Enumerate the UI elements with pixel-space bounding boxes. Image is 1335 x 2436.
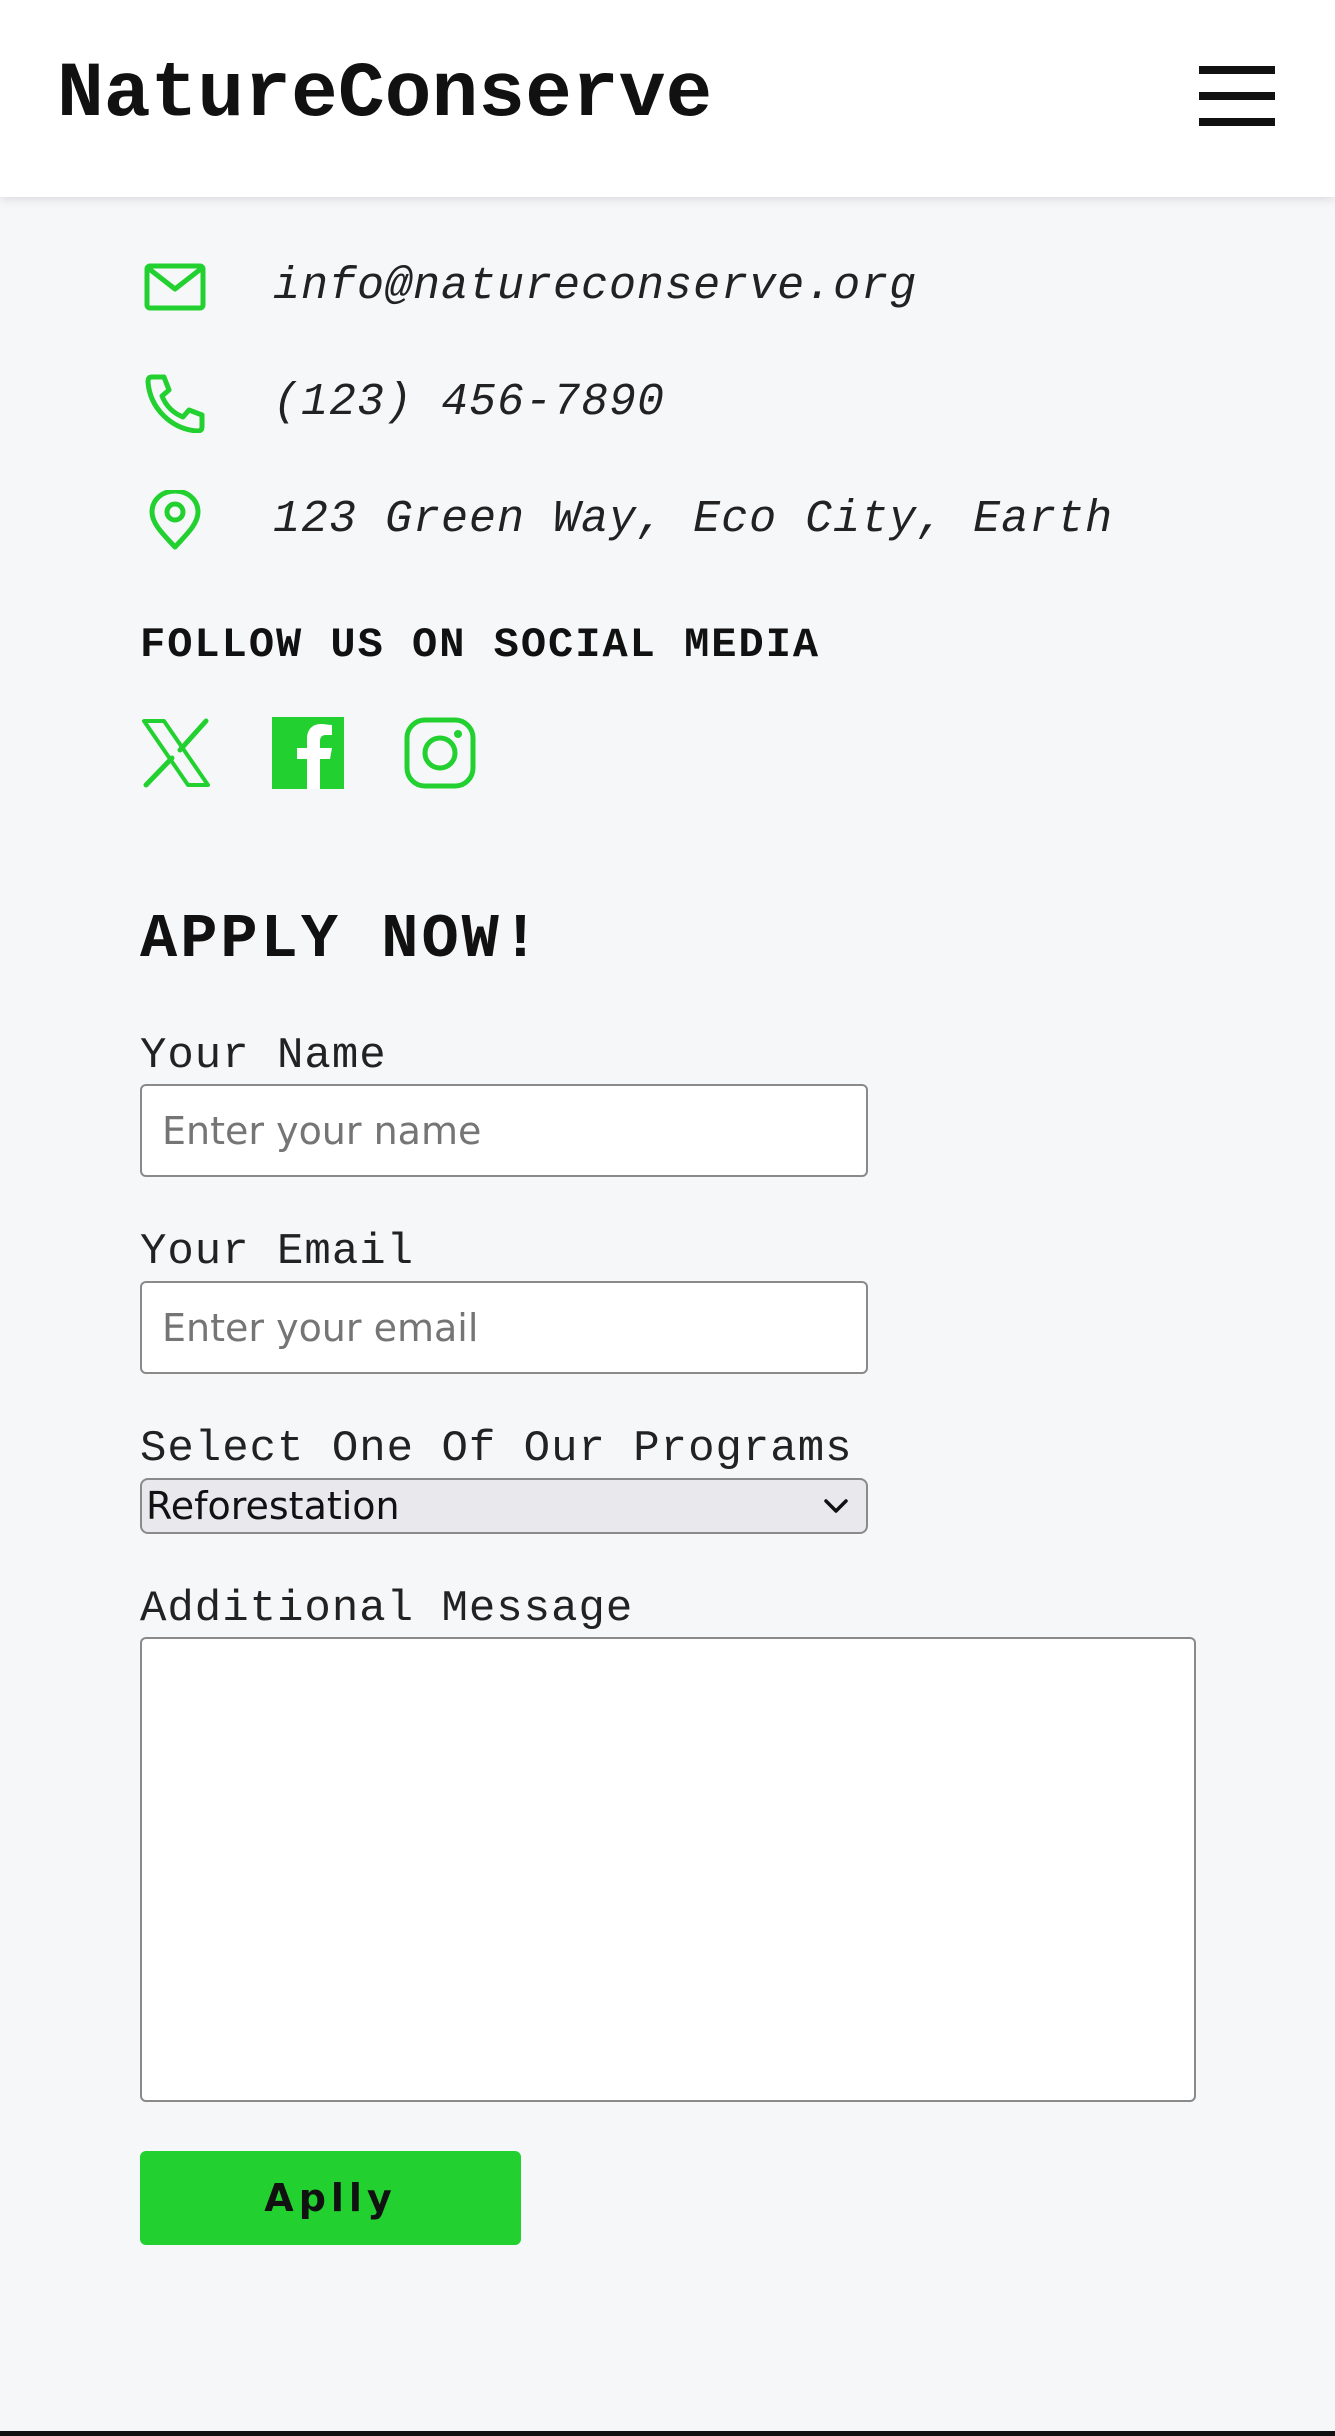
contact-phone-text[interactable]: (123) 456-7890 — [273, 373, 665, 433]
contact-email-row: info@natureconserve.org — [140, 257, 1240, 317]
contact-email-text[interactable]: info@natureconserve.org — [273, 257, 917, 317]
social-media-heading: FOLLOW US ON SOCIAL MEDIA — [140, 621, 821, 669]
program-field-label: Select One Of Our Programs — [140, 1424, 853, 1474]
email-field-label: Your Email — [140, 1227, 415, 1277]
chevron-down-icon — [824, 1499, 848, 1513]
message-textarea[interactable] — [140, 1637, 1196, 2102]
envelope-icon — [144, 263, 206, 311]
contact-address-text: 123 Green Way, Eco City, Earth — [273, 494, 1114, 545]
name-field-label: Your Name — [140, 1031, 387, 1081]
facebook-icon[interactable] — [272, 717, 344, 789]
apply-form-heading: APPLY NOW! — [140, 904, 543, 975]
hamburger-bar — [1199, 92, 1275, 100]
hamburger-menu-icon — [1199, 66, 1275, 74]
footer-divider — [0, 2431, 1335, 2436]
hamburger-bar — [1199, 118, 1275, 126]
x-twitter-icon[interactable] — [140, 717, 212, 789]
brand-logo-text[interactable]: NatureConserve — [57, 50, 712, 140]
program-select[interactable]: Reforestation — [140, 1478, 868, 1534]
contact-phone-row: (123) 456-7890 — [140, 373, 1240, 433]
map-pin-icon — [149, 490, 201, 550]
apply-submit-button[interactable]: Aplly — [140, 2151, 521, 2245]
hamburger-menu-button[interactable] — [1199, 66, 1275, 126]
phone-icon — [145, 374, 205, 433]
message-field-label: Additional Message — [140, 1584, 634, 1634]
program-select-value: Reforestation — [146, 1484, 400, 1528]
contact-address-row: 123 Green Way, Eco City, Earth — [140, 490, 1240, 550]
site-header: NatureConserve — [0, 0, 1335, 197]
email-input[interactable] — [140, 1281, 868, 1374]
instagram-icon[interactable] — [404, 717, 476, 789]
name-input[interactable] — [140, 1084, 868, 1177]
